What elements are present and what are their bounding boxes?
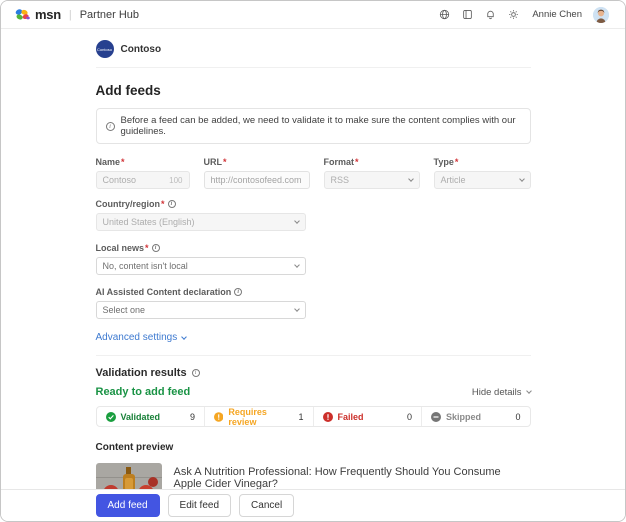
url-field-group: URL http://contosofeed.com (204, 157, 310, 189)
advanced-settings-label: Advanced settings (96, 332, 178, 343)
top-right-actions: Annie Chen (438, 7, 609, 23)
url-label: URL (204, 157, 227, 167)
info-banner-text: Before a feed can be added, we need to v… (121, 115, 521, 137)
settings-gear-icon[interactable] (507, 9, 519, 21)
guide-book-icon[interactable] (461, 9, 473, 21)
chevron-down-icon (526, 388, 532, 394)
article-thumbnail-apple-cider (96, 463, 162, 491)
stat-skipped-count: 0 (515, 412, 520, 422)
article-title: Ask A Nutrition Professional: How Freque… (174, 466, 531, 490)
page-title: Add feeds (96, 83, 531, 98)
skipped-icon (431, 412, 441, 422)
stat-requires-review-count: 1 (298, 412, 303, 422)
publisher-badge: Contoso (96, 40, 114, 58)
type-select: Article (434, 171, 531, 189)
name-input: Contoso 100 (96, 171, 190, 189)
url-placeholder: http://contosofeed.com (211, 175, 302, 185)
chevron-down-icon (294, 218, 300, 224)
stat-failed: Failed 0 (313, 407, 422, 426)
error-icon (323, 412, 333, 422)
country-select: United States (English) (96, 213, 306, 231)
brand-msn-label: msn (35, 7, 61, 22)
format-label: Format (324, 157, 359, 167)
format-value: RSS (331, 175, 350, 185)
user-name: Annie Chen (532, 9, 582, 20)
user-avatar[interactable] (593, 7, 609, 23)
name-char-counter: 100 (169, 176, 182, 185)
country-info-icon: i (168, 200, 176, 208)
cancel-button[interactable]: Cancel (239, 494, 294, 517)
notifications-bell-icon[interactable] (484, 9, 496, 21)
content-preview-list: Ask A Nutrition Professional: How Freque… (96, 455, 531, 491)
validation-status: Ready to add feed (96, 386, 191, 398)
main-content: Contoso Contoso Add feeds i Before a fee… (1, 29, 625, 491)
msn-butterfly-logo-icon (15, 8, 30, 21)
add-feed-button[interactable]: Add feed (96, 494, 160, 517)
stat-requires-review-label: Requires review (228, 407, 293, 427)
publisher-name: Contoso (121, 44, 162, 55)
format-select: RSS (324, 171, 420, 189)
app-window: msn | Partner Hub (0, 0, 626, 522)
country-value: United States (English) (103, 217, 195, 227)
country-field-group: Country/region i United States (English) (96, 199, 531, 231)
action-footer: Add feed Edit feed Cancel (1, 489, 625, 521)
ai-declaration-label: AI Assisted Content declaration (96, 287, 232, 297)
type-label: Type (434, 157, 459, 167)
chevron-down-icon (181, 334, 187, 340)
local-news-value: No, content isn't local (103, 261, 188, 271)
validation-results-title: Validation results (96, 367, 187, 379)
info-banner: i Before a feed can be added, we need to… (96, 108, 531, 144)
content-preview-title: Content preview (96, 442, 531, 453)
ai-declaration-value: Select one (103, 305, 146, 315)
content-item[interactable]: Ask A Nutrition Professional: How Freque… (96, 455, 531, 491)
publisher-row: Contoso Contoso (96, 29, 531, 68)
stat-skipped: Skipped 0 (421, 407, 530, 426)
stat-validated-count: 9 (190, 412, 195, 422)
name-label: Name (96, 157, 125, 167)
url-input[interactable]: http://contosofeed.com (204, 171, 310, 189)
warning-icon (214, 412, 223, 422)
local-news-label: Local news (96, 243, 149, 253)
local-news-select[interactable]: No, content isn't local (96, 257, 306, 275)
stat-validated: Validated 9 (97, 407, 205, 426)
validation-info-icon: i (192, 369, 200, 377)
stat-failed-label: Failed (338, 412, 364, 422)
hide-details-toggle[interactable]: Hide details (472, 387, 531, 398)
stat-requires-review: Requires review 1 (204, 407, 313, 426)
chevron-down-icon (294, 306, 300, 312)
chevron-down-icon (408, 176, 414, 182)
chevron-down-icon (519, 176, 525, 182)
ai-declaration-field-group: AI Assisted Content declaration i Select… (96, 287, 531, 319)
local-news-info-icon: i (152, 244, 160, 252)
brand-divider: | (69, 9, 72, 21)
app-name: Partner Hub (80, 9, 139, 21)
format-field-group: Format RSS (324, 157, 420, 189)
ai-declaration-select[interactable]: Select one (96, 301, 306, 319)
feed-form-row: Name Contoso 100 URL http://contosofeed.… (96, 157, 531, 189)
validated-check-icon (106, 412, 116, 422)
stat-failed-count: 0 (407, 412, 412, 422)
advanced-settings-link[interactable]: Advanced settings (96, 332, 531, 343)
top-bar: msn | Partner Hub (1, 1, 625, 29)
stat-skipped-label: Skipped (446, 412, 481, 422)
edit-feed-button[interactable]: Edit feed (168, 494, 231, 517)
type-field-group: Type Article (434, 157, 531, 189)
section-divider (96, 355, 531, 356)
globe-icon[interactable] (438, 9, 450, 21)
hide-details-label: Hide details (472, 387, 522, 398)
type-value: Article (441, 175, 466, 185)
ai-declaration-info-icon: i (234, 288, 242, 296)
info-icon: i (106, 122, 115, 131)
validation-results-header: Validation results i (96, 367, 531, 379)
brand: msn | Partner Hub (15, 7, 139, 22)
name-value: Contoso (103, 175, 137, 185)
name-field-group: Name Contoso 100 (96, 157, 190, 189)
country-label: Country/region (96, 199, 165, 209)
chevron-down-icon (294, 262, 300, 268)
validation-stats-bar: Validated 9 Requires review 1 Failed 0 S… (96, 406, 531, 427)
local-news-field-group: Local news i No, content isn't local (96, 243, 531, 275)
stat-validated-label: Validated (121, 412, 161, 422)
